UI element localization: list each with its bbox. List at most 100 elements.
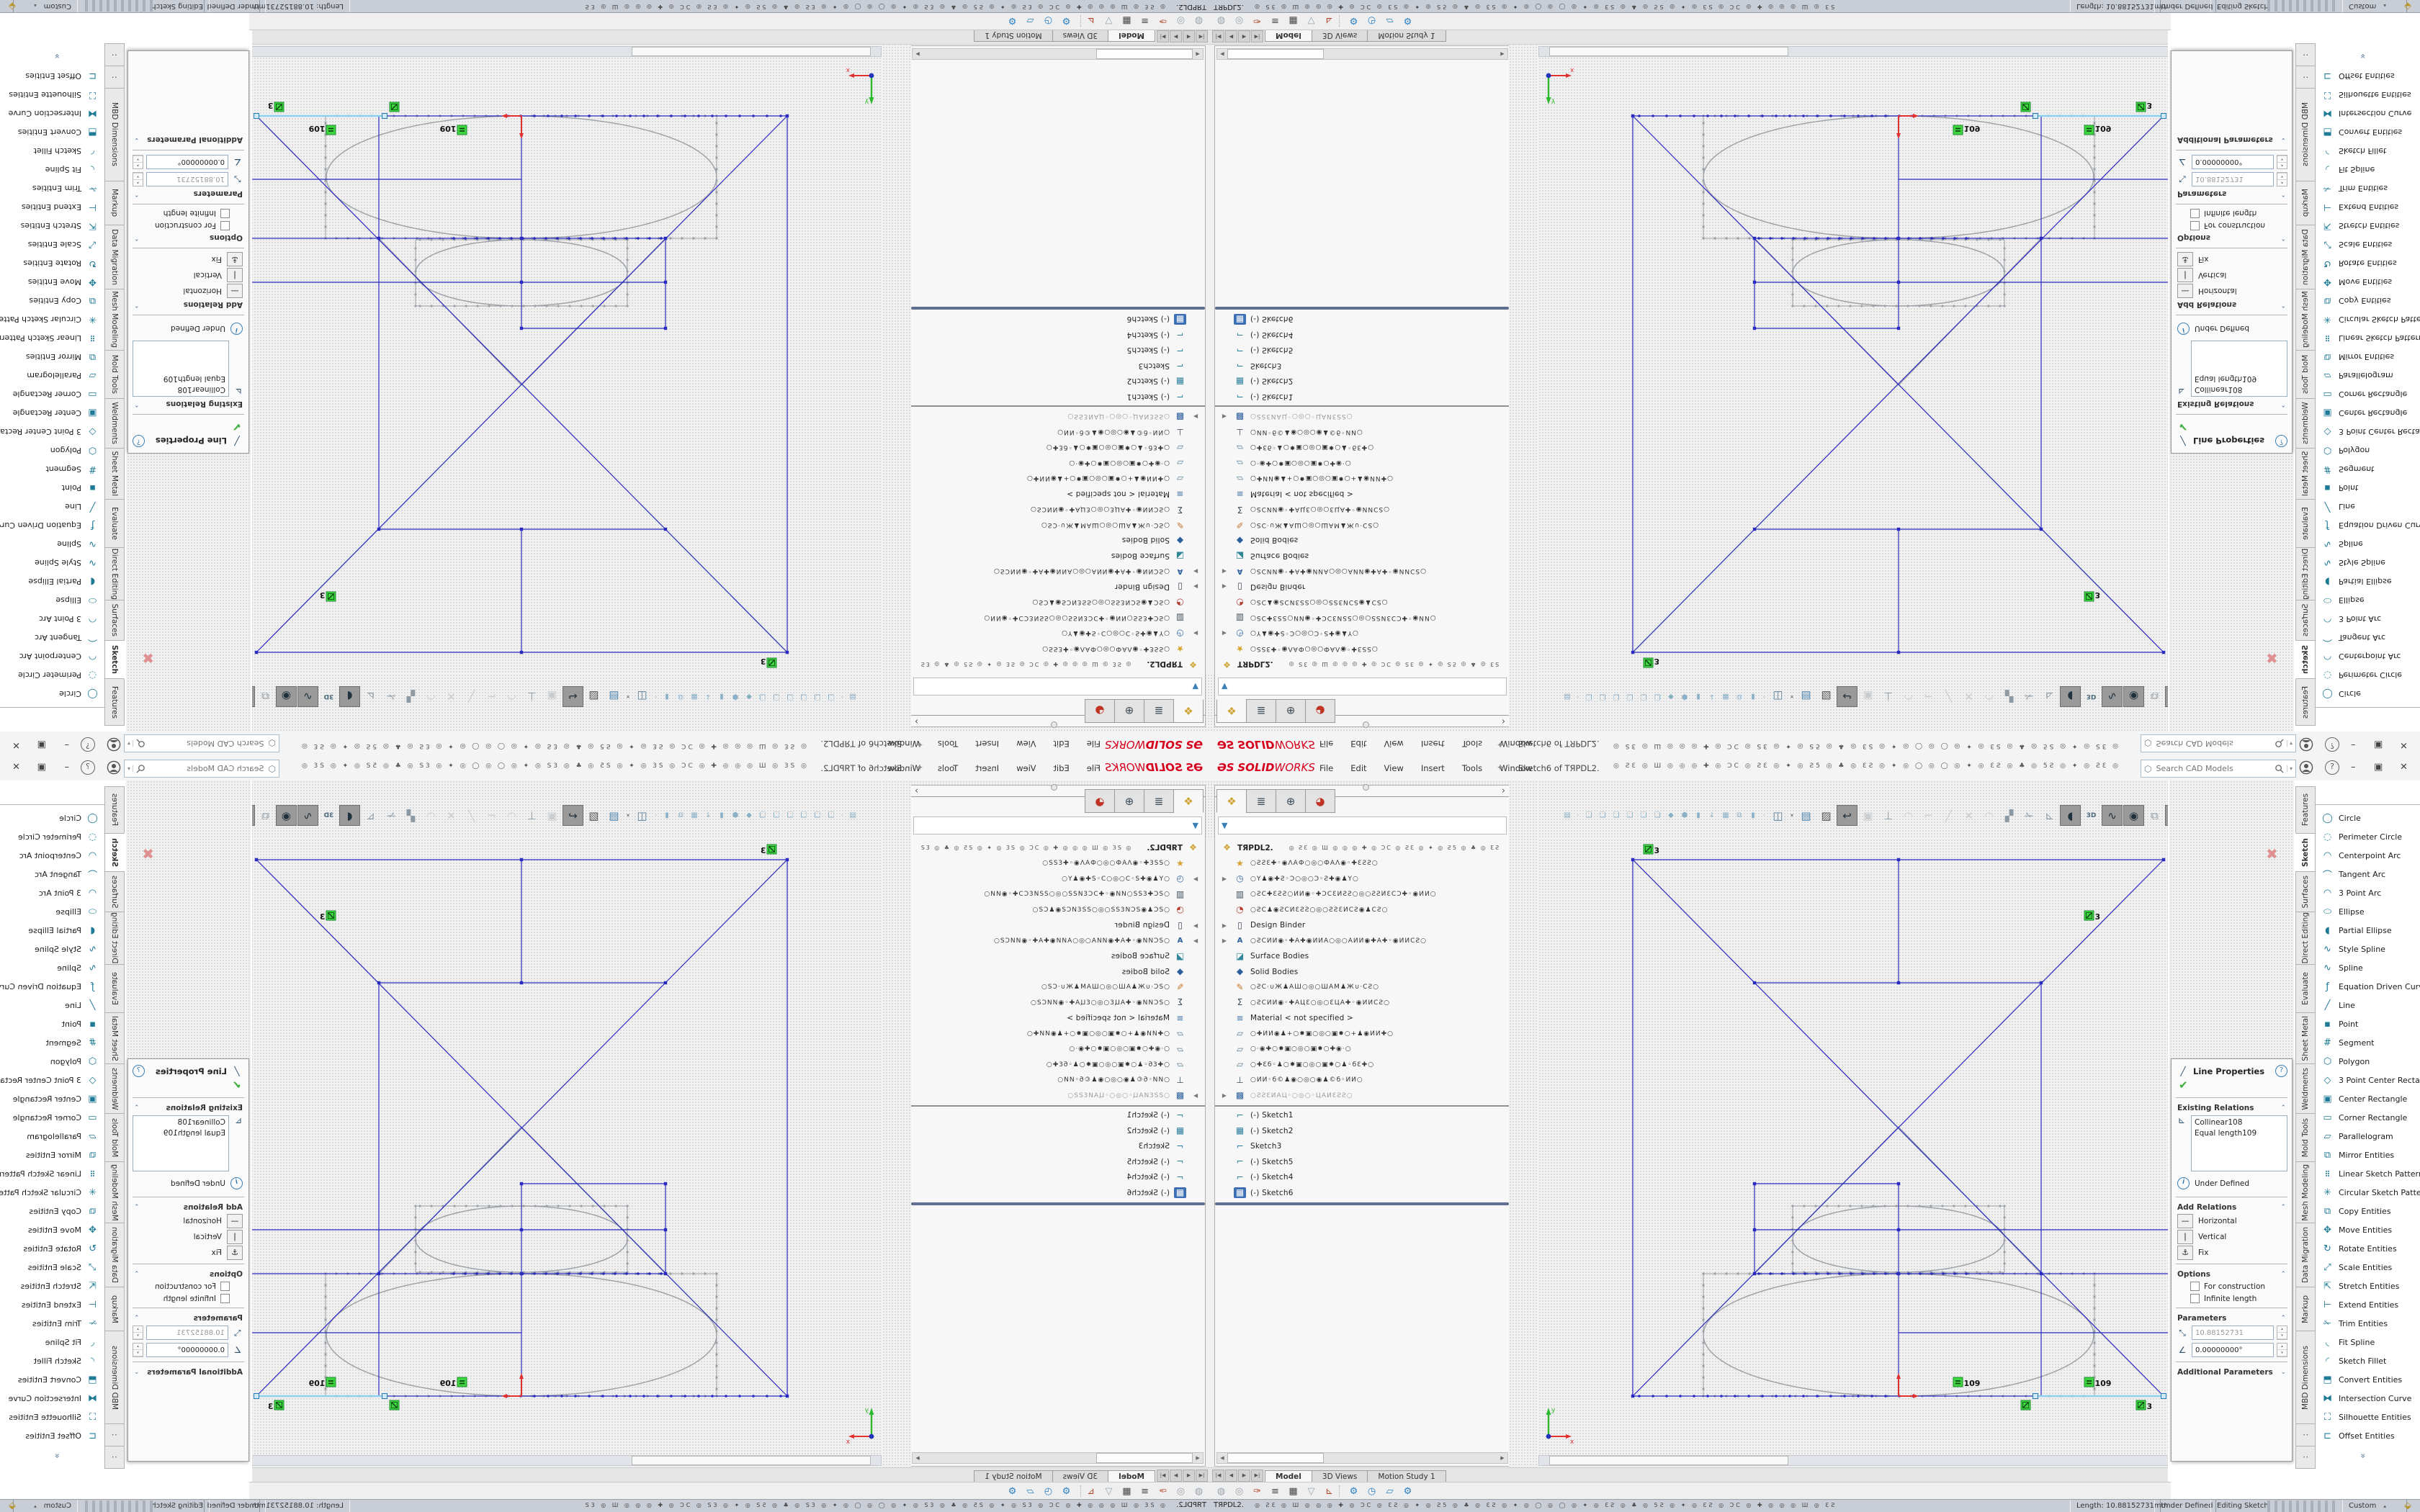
menu-item[interactable]: View [1377, 762, 1411, 775]
toolbar-icon[interactable]: ⊥ [522, 687, 542, 706]
toolbar-icon[interactable]: · [1574, 806, 1582, 825]
tree-row[interactable]: ◪ Surface Bodies [1215, 548, 1509, 564]
sketch-tool-item[interactable]: ⬒ Convert Entities [2316, 123, 2420, 142]
sketch-tool-item[interactable]: ╱ Line [0, 498, 104, 516]
menu-item[interactable]: Insert [1414, 762, 1452, 775]
sketch-tool-item[interactable]: ⊢ Extend Entities [2316, 198, 2420, 217]
scroll-right-icon[interactable]: ▶ [1497, 51, 1507, 57]
command-tab[interactable]: Sketch [104, 640, 125, 679]
relation-item[interactable]: Equal length109 [136, 373, 225, 384]
toolbar-icon[interactable]: ❏ [784, 808, 797, 824]
toolbar-icon[interactable]: ⊥ [522, 806, 542, 825]
sketch-canvas[interactable]: 331091093yx [252, 65, 882, 673]
toolbar-icon[interactable]: ◫ [1768, 687, 1788, 706]
panel-tab[interactable]: ❖ [1173, 699, 1204, 723]
command-tab[interactable]: MBD Dimensions [2295, 1331, 2316, 1424]
toolbar-icon[interactable]: ▾ [624, 806, 632, 825]
sketch-tool-item[interactable]: ▪ Point [2316, 479, 2420, 498]
sketch-tool-item[interactable]: ▭ Corner Rectangle [0, 385, 104, 404]
additional-parameters-header[interactable]: Additional Parameters ⌄ [128, 1365, 248, 1378]
toolbar-icon[interactable]: ◠ [1899, 687, 1918, 706]
panel-tab[interactable]: ◕ [1085, 699, 1115, 723]
display-tool-icon[interactable]: ⚙ [1399, 1484, 1416, 1499]
command-tab[interactable]: Data Migration [104, 1223, 125, 1287]
document-tab[interactable]: Model [1265, 30, 1312, 42]
sketch-tool-item[interactable]: ▣ Center Rectangle [0, 404, 104, 423]
expand-icon[interactable]: ⌄ [2280, 136, 2286, 143]
scrollbar-thumb[interactable] [632, 1456, 871, 1465]
collapse-icon[interactable]: ⌃ [134, 190, 140, 197]
toolbar-icon[interactable]: ⊾ [2040, 687, 2059, 706]
sketch-tool-item[interactable]: ⬒ Convert Entities [0, 1370, 104, 1389]
toolbar-icon[interactable]: ◠ [421, 806, 441, 825]
toolbar-icon[interactable]: ▤ [1796, 687, 1816, 706]
display-tool-icon[interactable]: ▱ [1022, 1484, 1039, 1499]
collapse-icon[interactable]: ⌃ [134, 400, 140, 408]
collapse-icon[interactable]: ⌃ [2280, 1271, 2286, 1278]
display-tool-icon[interactable]: ▦ [1119, 1484, 1135, 1499]
display-tool-icon[interactable]: ≡ [1137, 14, 1153, 29]
menu-item[interactable]: File [1080, 737, 1108, 750]
toolbar-icon[interactable]: ╱ [462, 806, 481, 825]
expand-arrow-icon[interactable]: ▶ [1215, 413, 1234, 420]
expand-arrow-icon[interactable]: ▶ [1186, 413, 1205, 420]
minimize-button[interactable]: – [2351, 739, 2356, 750]
menu-item[interactable]: File [1080, 762, 1108, 775]
display-tool-icon[interactable]: ◍ [1213, 1484, 1229, 1499]
sketch-tool-item[interactable]: ⇱ Stretch Entities [0, 1277, 104, 1295]
toolbar-icon[interactable]: · [1574, 687, 1582, 706]
search-input[interactable] [2154, 738, 2272, 749]
scrollbar-thumb[interactable] [1549, 47, 1788, 56]
sketch-tool-item[interactable]: ◖ Partial Ellipse [0, 921, 104, 940]
sketch-tool-item[interactable]: ▭ Corner Rectangle [2316, 385, 2420, 404]
quick-access-icon-row[interactable]: ◎ ƧƐ ◎ Ш ◎ ◎ ◎ ✚ ◎ ƆС ◎ ƧƐ ◎ ✦ ◎ Ƨ5 ◎ ♣ … [295, 762, 807, 770]
toolbar-icon[interactable]: ↩ [1837, 686, 1857, 707]
display-tool-icon[interactable]: ⊾ [1321, 14, 1337, 29]
sketch-tool-item[interactable]: ∿ Style Spline [0, 940, 104, 958]
toolbar-icon[interactable]: ▮ [715, 689, 728, 705]
sketch-point[interactable] [520, 651, 523, 654]
search-dropdown-icon[interactable]: ▾ [127, 740, 133, 747]
sketch-tool-item[interactable]: ◯ Circle [0, 685, 104, 703]
toolbar-icon[interactable]: ▾ [1788, 806, 1796, 825]
sketch-point[interactable] [664, 528, 667, 531]
help-icon[interactable]: ? [133, 1065, 145, 1077]
tree-filter-box[interactable]: ▼ [913, 678, 1202, 696]
display-tool-icon[interactable]: ⚙ [1345, 1484, 1362, 1499]
display-tool-icon[interactable]: ◎ [1173, 14, 1189, 29]
graphics-horizontal-scrollbar[interactable] [1538, 1455, 2169, 1466]
toolbar-icon[interactable]: ▮ [1692, 689, 1705, 705]
tab-nav-button[interactable]: ▶ [1238, 30, 1250, 42]
display-tool-icon[interactable]: ✑ [1249, 1484, 1265, 1499]
display-tool-icon[interactable]: ▱ [1381, 1484, 1398, 1499]
menu-item[interactable]: Insert [968, 737, 1006, 750]
toolbar-icon[interactable]: ▤ [1561, 808, 1574, 824]
accept-check-icon[interactable]: ✔ [128, 1079, 248, 1094]
collapse-icon[interactable]: ⌃ [2280, 190, 2286, 197]
parameters-header[interactable]: Parameters ⌃ [128, 1311, 248, 1324]
sketch-tool-item[interactable]: ⌒ Tangent Arc [0, 865, 104, 883]
relation-badge[interactable] [1953, 1377, 1963, 1387]
toolbar-icon[interactable]: ❏ [797, 689, 810, 705]
tab-nav-button[interactable]: ◀ [1225, 30, 1237, 42]
sketch-point[interactable] [1897, 858, 1900, 861]
tree-row-sketch[interactable]: ▦ (-) Sketch2 [911, 1123, 1205, 1139]
tree-row[interactable]: ◆ Solid Bodies [1215, 964, 1509, 980]
toolbar-icon[interactable]: ❏ [1596, 808, 1609, 824]
sketch-tool-item[interactable]: ⤢ Scale Entities [2316, 235, 2420, 254]
quick-access-icon-row[interactable]: ◎ ƧƐ ◎ Ш ◎ ◎ ◎ ✚ ◎ ƆС ◎ ƧƐ ◎ ✦ ◎ Ƨ5 ◎ ♣ … [295, 742, 807, 750]
tree-row-sketch[interactable]: ▦ (-) Sketch6 [1215, 1185, 1509, 1201]
display-tool-icon[interactable]: ✑ [1249, 14, 1265, 29]
tree-filter-box[interactable]: ▼ [913, 816, 1202, 834]
display-tool-icon[interactable]: ⚙ [1004, 1484, 1021, 1499]
spinner-stepper[interactable]: ▴▾ [133, 172, 143, 186]
toolbar-icon[interactable]: ∿ [297, 686, 318, 707]
toolbar-icon[interactable]: ✕ [442, 806, 461, 825]
tab-nav-button[interactable]: |◀ [1196, 30, 1208, 42]
expand-icon[interactable]: ⌄ [134, 1369, 140, 1376]
tree-row[interactable]: ✎ ○ƧС·∪Ж♟АШ○◎○ШАМ♟Ж∪·СƧ○ [1215, 980, 1509, 996]
sketch-point[interactable] [1897, 981, 1900, 984]
sketch-tool-item[interactable]: ↻ Rotate Entities [2316, 254, 2420, 273]
spinner-stepper[interactable]: ▴▾ [133, 155, 143, 169]
toolbar-icon[interactable]: ❏ [1582, 808, 1595, 824]
